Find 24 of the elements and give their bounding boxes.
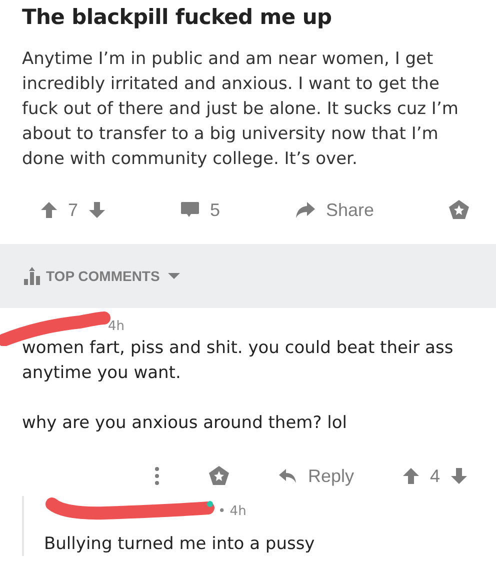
downvote-icon[interactable] [450, 467, 468, 485]
reply-icon [278, 468, 298, 484]
caret-icon [168, 272, 180, 280]
comment-icon[interactable] [180, 201, 200, 219]
post-title: The blackpill fucked me up [22, 4, 333, 31]
post-body: Anytime I’m in public and am near women, I get incredibly irritated and anxious. I want to get the fuck out of there and just be alone. It sucks cuz I’m about to transfer to a big university now that I’m done with community college. It’s over. [22, 48, 460, 171]
vote-count: 7 [68, 200, 78, 220]
downvote-icon[interactable] [88, 201, 106, 219]
share-button[interactable]: Share [294, 200, 374, 220]
sort-icon[interactable] [24, 267, 40, 285]
reply-button[interactable]: Reply [278, 466, 354, 486]
more-icon[interactable] [154, 466, 160, 486]
upvote-icon[interactable] [40, 201, 58, 219]
comment-body: women fart, piss and shit. you could beat their ass anytime you want. why are you anxious around them? lol [22, 337, 454, 435]
award-icon[interactable] [208, 465, 230, 487]
reply-time: • 4h [218, 504, 246, 518]
share-icon [294, 201, 316, 219]
vote-count: 4 [430, 466, 440, 486]
comment-time: 4h [108, 319, 125, 334]
comment-count: 5 [210, 200, 220, 220]
upvote-icon[interactable] [402, 467, 420, 485]
sort-dropdown[interactable]: TOP COMMENTS [46, 268, 180, 284]
reply-body: Bullying turned me into a pussy [44, 533, 316, 556]
award-icon[interactable] [448, 199, 470, 221]
